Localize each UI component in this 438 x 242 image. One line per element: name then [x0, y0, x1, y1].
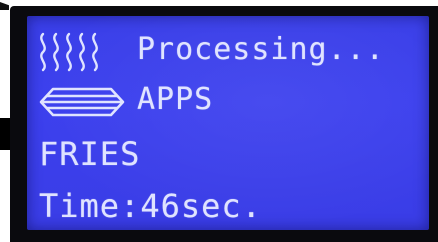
item-text: FRIES: [39, 135, 141, 173]
time-row: Time:46sec.: [39, 186, 262, 226]
steam-icon: [40, 32, 98, 72]
bezel-side-mark: [0, 118, 10, 150]
item-row: FRIES: [39, 134, 140, 174]
status-text: Processing...: [137, 32, 385, 67]
time-readout: Time:46sec.: [39, 187, 262, 225]
category-text: APPS: [137, 82, 214, 117]
fryer-basket-icon: [39, 87, 125, 117]
device-photo: Processing... APPS FRIES Time:46sec.: [0, 0, 438, 242]
lcd-screen: Processing... APPS FRIES Time:46sec.: [27, 16, 429, 230]
bezel-corner: [0, 2, 9, 10]
